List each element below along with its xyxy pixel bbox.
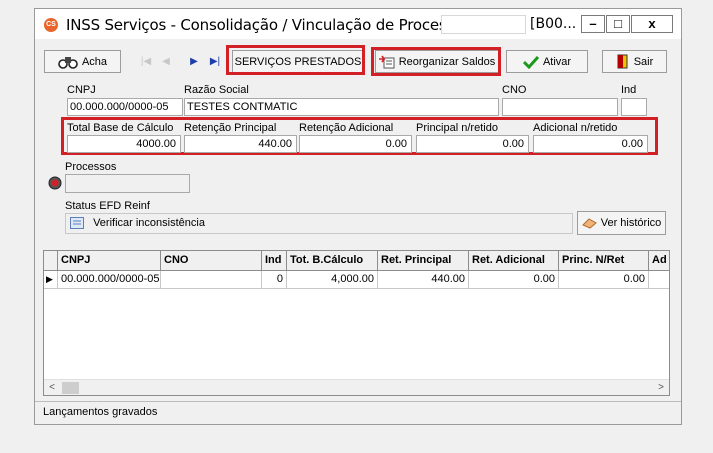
ret-principal-label: Retenção Principal bbox=[184, 122, 277, 134]
reorganize-balances-label: Reorganizar Saldos bbox=[398, 55, 496, 68]
status-efd-field: Verificar inconsistência bbox=[65, 213, 573, 234]
cnpj-label: CNPJ bbox=[67, 84, 96, 96]
history-button[interactable]: Ver histórico bbox=[577, 211, 666, 235]
principal-nretido-label: Principal n/retido bbox=[416, 122, 498, 134]
exit-button[interactable]: Sair bbox=[602, 50, 667, 73]
table-cell-cnpj[interactable]: 00.000.000/0000-05 bbox=[58, 271, 161, 289]
cno-label: CNO bbox=[502, 84, 527, 96]
next-record-icon[interactable]: ▶ bbox=[186, 52, 202, 70]
table-cell-ret-adicional[interactable]: 0.00 bbox=[469, 271, 559, 289]
data-grid[interactable]: CNPJ CNO Ind Tot. B.Cálculo Ret. Princip… bbox=[43, 250, 670, 396]
table-cell-princ-nret[interactable]: 0.00 bbox=[559, 271, 649, 289]
history-label: Ver histórico bbox=[600, 217, 662, 229]
scroll-left-icon[interactable]: < bbox=[46, 382, 58, 394]
find-button[interactable]: Acha bbox=[44, 50, 121, 73]
table-cell-ad[interactable] bbox=[649, 271, 669, 289]
scroll-right-icon[interactable]: > bbox=[655, 382, 667, 394]
services-provided-label: SERVIÇOS PRESTADOS bbox=[234, 55, 362, 68]
activate-label: Ativar bbox=[542, 55, 572, 68]
grid-header-tot-base[interactable]: Tot. B.Cálculo bbox=[287, 251, 378, 271]
minimize-button[interactable]: – bbox=[581, 15, 605, 33]
table-cell-cno[interactable] bbox=[161, 271, 262, 289]
grid-header-ad[interactable]: Ad bbox=[649, 251, 669, 271]
grid-header-indicator bbox=[44, 251, 58, 271]
eraser-icon bbox=[581, 218, 597, 229]
binoculars-icon bbox=[58, 56, 78, 69]
prev-record-icon[interactable]: ◀ bbox=[158, 52, 174, 70]
app-logo-icon: CS bbox=[44, 18, 58, 32]
cno-field[interactable] bbox=[502, 98, 618, 116]
grid-header-cno[interactable]: CNO bbox=[161, 251, 262, 271]
close-button[interactable]: x bbox=[631, 15, 673, 33]
adicional-nretido-field[interactable]: 0.00 bbox=[533, 135, 648, 153]
principal-nretido-field[interactable]: 0.00 bbox=[416, 135, 529, 153]
ret-adicional-field[interactable]: 0.00 bbox=[299, 135, 412, 153]
row-marker-icon: ▶ bbox=[44, 271, 58, 289]
maximize-button[interactable]: □ bbox=[606, 15, 630, 33]
status-efd-label: Status EFD Reinf bbox=[65, 200, 150, 212]
total-base-field[interactable]: 4000.00 bbox=[67, 135, 181, 153]
table-cell-ind[interactable]: 0 bbox=[262, 271, 287, 289]
grid-header-ret-principal[interactable]: Ret. Principal bbox=[378, 251, 469, 271]
toolbar: Acha |◀ ◀ ▶ ▶| SERVIÇOS PRESTADOS Reorga… bbox=[42, 47, 672, 75]
first-record-icon[interactable]: |◀ bbox=[138, 52, 154, 70]
services-provided-button[interactable]: SERVIÇOS PRESTADOS bbox=[232, 50, 364, 73]
ret-principal-field[interactable]: 440.00 bbox=[184, 135, 297, 153]
window-title-suffix: [B00... bbox=[530, 16, 577, 32]
grid-header-ind[interactable]: Ind bbox=[262, 251, 287, 271]
grid-header-cnpj[interactable]: CNPJ bbox=[58, 251, 161, 271]
title-bar: CS INSS Serviços - Consolidação / Vincul… bbox=[35, 9, 681, 39]
last-record-icon[interactable]: ▶| bbox=[207, 52, 223, 70]
title-blank-area bbox=[441, 15, 526, 34]
grid-header-ret-adicional[interactable]: Ret. Adicional bbox=[469, 251, 559, 271]
razao-social-field[interactable]: TESTES CONTMATIC bbox=[184, 98, 499, 116]
activate-button[interactable]: Ativar bbox=[506, 50, 588, 73]
horizontal-scrollbar[interactable]: < > bbox=[44, 379, 669, 395]
table-row[interactable]: ▶ 00.000.000/0000-05 0 4,000.00 440.00 0… bbox=[44, 271, 669, 289]
grid-header-princ-nret[interactable]: Princ. N/Ret bbox=[559, 251, 649, 271]
exit-label: Sair bbox=[633, 55, 654, 68]
adicional-nretido-label: Adicional n/retido bbox=[533, 122, 618, 134]
table-cell-tot-base[interactable]: 4,000.00 bbox=[287, 271, 378, 289]
window-title: INSS Serviços - Consolidação / Vinculaçã… bbox=[66, 16, 468, 34]
processos-field[interactable] bbox=[65, 174, 190, 193]
razao-social-label: Razão Social bbox=[184, 84, 249, 96]
total-base-label: Total Base de Cálculo bbox=[67, 122, 174, 134]
record-icon[interactable] bbox=[48, 176, 62, 190]
status-efd-value: Verificar inconsistência bbox=[93, 217, 205, 229]
ind-label: Ind bbox=[621, 84, 637, 96]
grid-header: CNPJ CNO Ind Tot. B.Cálculo Ret. Princip… bbox=[44, 251, 669, 271]
reorganize-balances-button[interactable]: Reorganizar Saldos bbox=[375, 50, 499, 73]
cnpj-field[interactable]: 00.000.000/0000-05 bbox=[67, 98, 183, 116]
exit-door-icon bbox=[617, 54, 628, 69]
main-window: CS INSS Serviços - Consolidação / Vincul… bbox=[34, 8, 682, 425]
ret-adicional-label: Retenção Adicional bbox=[299, 122, 394, 134]
checkmark-icon bbox=[522, 55, 539, 69]
find-label: Acha bbox=[81, 55, 108, 68]
ind-field[interactable] bbox=[621, 98, 647, 116]
list-icon bbox=[70, 217, 84, 230]
table-cell-ret-principal[interactable]: 440.00 bbox=[378, 271, 469, 289]
status-bar-text: Lançamentos gravados bbox=[43, 406, 158, 418]
status-bar: Lançamentos gravados bbox=[35, 401, 681, 424]
processos-label: Processos bbox=[65, 161, 117, 173]
reorganize-icon bbox=[378, 55, 395, 68]
scrollbar-thumb[interactable] bbox=[62, 382, 79, 394]
